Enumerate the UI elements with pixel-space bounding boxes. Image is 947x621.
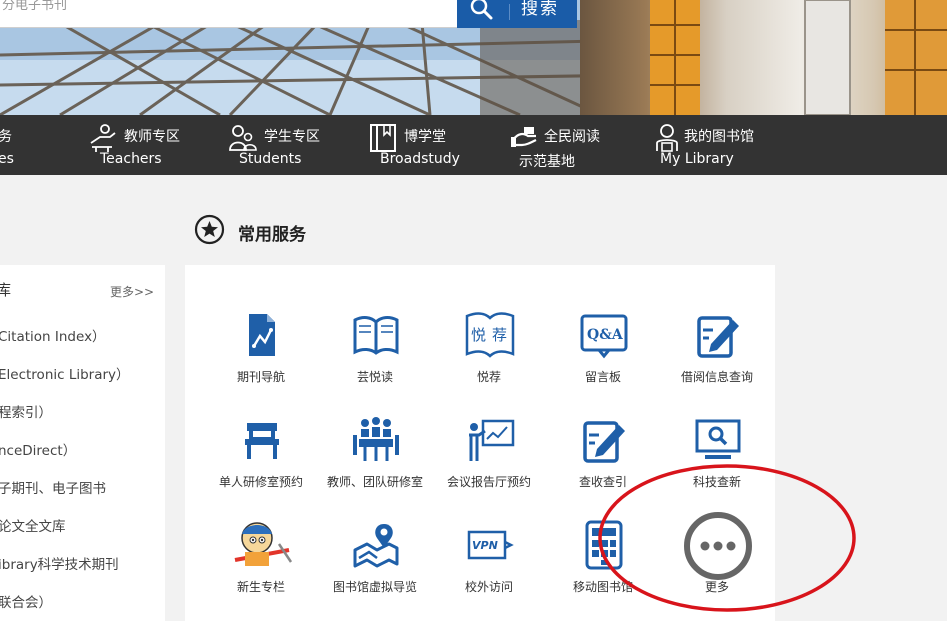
nav-item-cn: 教师专区 <box>124 129 180 145</box>
search-button[interactable]: 搜索 <box>457 0 577 28</box>
map-pin-icon <box>353 524 399 568</box>
journal-nav-icon <box>249 314 275 356</box>
teacher-icon <box>90 124 116 152</box>
database-link[interactable]: Electronic Library） <box>0 363 130 383</box>
common-services-panel: 期刊导航 芸悦读 悦 荐 悦荐 Q&A 留言板 借阅信息查询 单人研修室预约 教… <box>185 265 775 621</box>
monitor-search-icon <box>695 419 741 459</box>
main-nav: 务 es 教师专区 Teachers 学生专区 Students 博学堂 Bro… <box>0 115 947 175</box>
presentation-icon <box>469 419 515 461</box>
svg-text:Q&A: Q&A <box>587 327 624 343</box>
nav-item-teachers[interactable]: 教师专区 Teachers <box>88 115 198 175</box>
service-team-study-room[interactable]: 教师、团队研修室 <box>315 415 435 505</box>
svg-text:荐: 荐 <box>492 326 507 344</box>
database-panel: 库 更多>> Citation Index） Electronic Librar… <box>0 265 165 621</box>
star-icon <box>194 214 225 245</box>
service-journal-nav[interactable]: 期刊导航 <box>201 310 321 400</box>
service-label: 更多 <box>704 580 729 594</box>
nav-item-cn: 学生专区 <box>264 129 320 145</box>
reading-hands-icon <box>511 127 537 147</box>
search-button-divider <box>509 4 510 20</box>
search-button-label: 搜索 <box>521 0 559 19</box>
service-more[interactable]: 更多 <box>657 512 777 610</box>
book-icon <box>370 124 396 152</box>
service-single-study-room[interactable]: 单人研修室预约 <box>201 415 321 505</box>
database-link[interactable]: ibrary科学技术期刊 <box>0 553 119 573</box>
yuejian-icon: 悦 荐 <box>465 312 515 358</box>
database-link[interactable]: nceDirect） <box>0 439 76 459</box>
nav-item-services[interactable]: 务 es <box>0 115 60 175</box>
nav-item-cn: 我的图书馆 <box>684 129 754 145</box>
building-image <box>580 0 947 115</box>
database-link[interactable]: Citation Index） <box>0 325 106 345</box>
search-icon <box>470 0 493 20</box>
nav-item-en: Students <box>239 151 302 167</box>
building-windows <box>650 0 947 115</box>
vpn-icon: VPN <box>467 530 514 560</box>
service-message-board[interactable]: Q&A 留言板 <box>543 310 663 400</box>
nav-item-cn: 务 <box>0 129 12 145</box>
service-citation-check[interactable]: 查收查引 <box>543 415 663 505</box>
more-dots-icon <box>684 512 752 580</box>
student-icon <box>229 125 257 151</box>
my-library-icon <box>656 124 678 152</box>
nav-item-cn: 全民阅读 <box>544 129 600 145</box>
database-link[interactable]: 联合会） <box>0 591 52 611</box>
database-panel-heading: 库 <box>0 281 12 299</box>
database-link[interactable]: 论文全文库 <box>0 515 66 535</box>
nav-item-en: Teachers <box>100 151 162 167</box>
nav-item-broadstudy[interactable]: 博学堂 Broadstudy <box>368 115 478 175</box>
open-book-icon <box>353 316 399 355</box>
service-off-campus-access[interactable]: VPN 校外访问 <box>429 520 549 610</box>
database-link[interactable]: 子期刊、电子图书 <box>0 477 106 497</box>
service-yun-reading[interactable]: 芸悦读 <box>315 310 435 400</box>
citation-check-icon <box>583 421 625 463</box>
service-mobile-library[interactable]: 移动图书馆 <box>543 520 663 610</box>
nav-item-students[interactable]: 学生专区 Students <box>228 115 338 175</box>
service-virtual-tour[interactable]: 图书馆虚拟导览 <box>315 520 435 610</box>
service-novelty-search[interactable]: 科技查新 <box>657 415 777 505</box>
nav-item-en: Broadstudy <box>380 151 460 167</box>
svg-text:VPN: VPN <box>472 539 498 552</box>
database-link[interactable]: 程索引） <box>0 401 52 421</box>
search-input[interactable]: 分电子书刊 <box>0 0 457 28</box>
freshman-cartoon-icon <box>234 522 293 566</box>
nav-item-en: My Library <box>660 151 734 167</box>
nav-item-cn: 博学堂 <box>404 129 446 145</box>
service-freshman[interactable]: 新生专栏 <box>201 520 321 610</box>
section-title: 常用服务 <box>238 225 306 245</box>
search-placeholder: 分电子书刊 <box>2 0 68 13</box>
mobile-library-icon <box>585 520 623 570</box>
service-borrow-query[interactable]: 借阅信息查询 <box>657 310 777 400</box>
header-banner: 分电子书刊 搜索 <box>0 0 947 115</box>
nav-item-en: 示范基地 <box>519 154 575 170</box>
nav-item-my-library[interactable]: 我的图书馆 My Library <box>650 115 780 175</box>
service-conference-hall[interactable]: 会议报告厅预约 <box>429 415 549 505</box>
database-more-link[interactable]: 更多>> <box>110 283 154 300</box>
service-label: 科技查新 <box>692 475 741 489</box>
nav-item-en: es <box>0 151 14 167</box>
team-room-icon <box>353 417 399 461</box>
borrow-query-icon <box>697 316 739 358</box>
service-yuejian[interactable]: 悦 荐 悦荐 <box>429 310 549 400</box>
qa-board-icon: Q&A <box>580 314 628 359</box>
nav-item-national-reading[interactable]: 全民阅读 示范基地 <box>508 115 618 175</box>
svg-text:悦: 悦 <box>471 326 486 344</box>
service-label: 借阅信息查询 <box>680 370 753 384</box>
study-room-icon <box>245 423 279 459</box>
